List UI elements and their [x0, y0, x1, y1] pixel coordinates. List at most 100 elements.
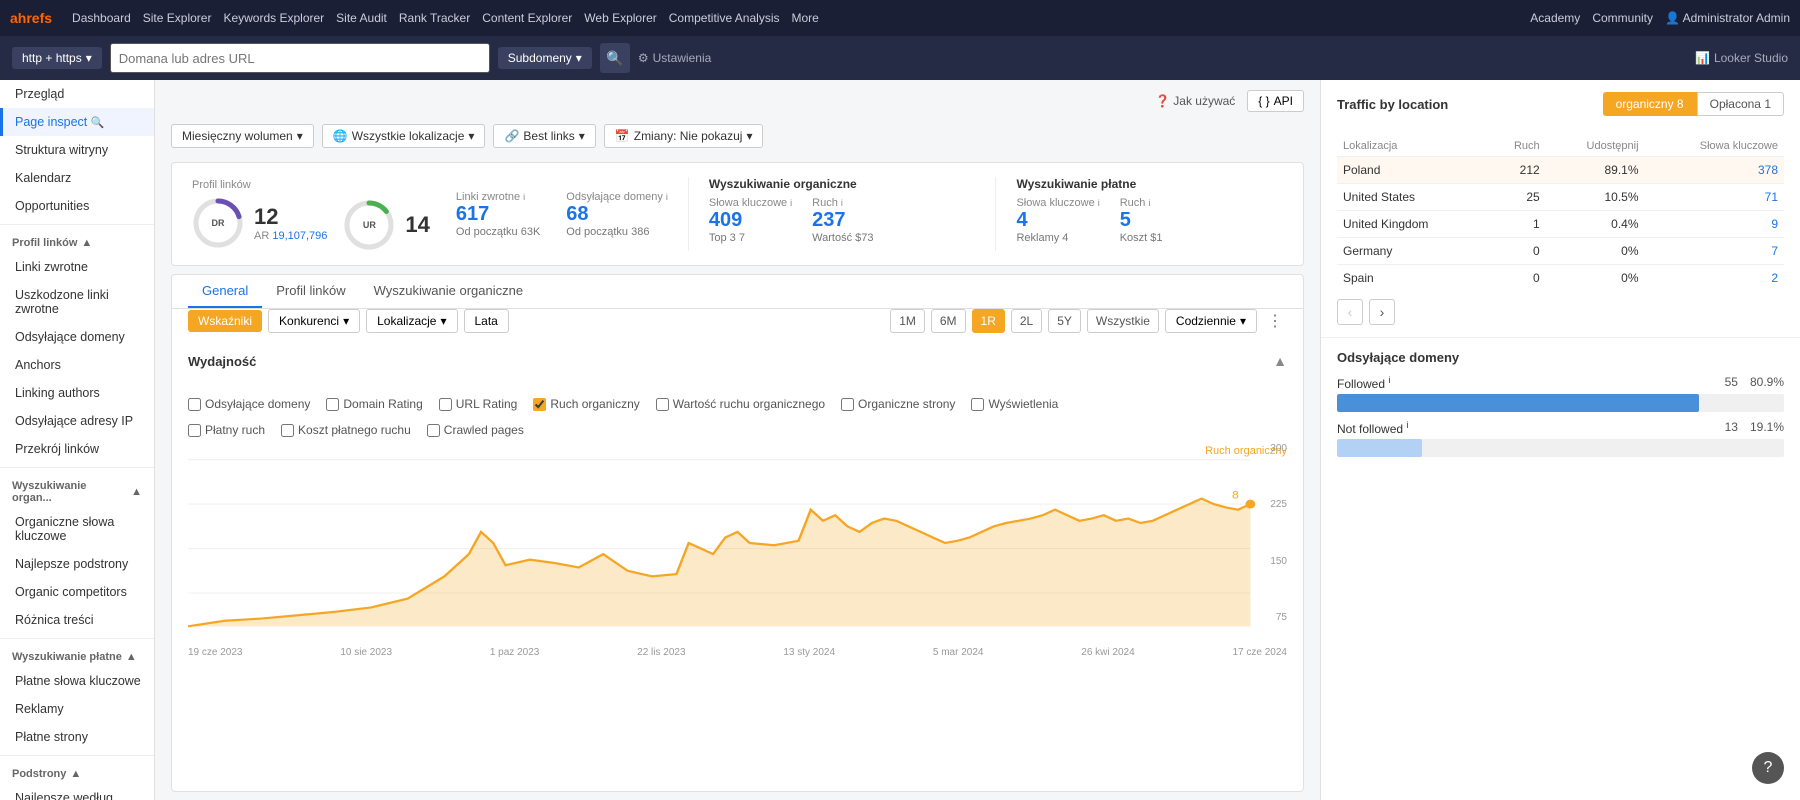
sidebar-item-anchors[interactable]: Anchors [0, 351, 154, 379]
cell-kw[interactable]: 9 [1645, 211, 1784, 238]
nav-more[interactable]: More [791, 11, 818, 25]
lokalizacje-filter-button[interactable]: 🌐 Wszystkie lokalizacje ▾ [322, 124, 486, 148]
koszt-platnego-checkbox[interactable] [281, 424, 294, 437]
checkbox-koszt-platnego[interactable]: Koszt płatnego ruchu [281, 423, 411, 437]
more-options-button[interactable]: ⋮ [1263, 311, 1287, 331]
sidebar-item-odsylajace-adresy[interactable]: Odsyłające adresy IP [0, 407, 154, 435]
checkbox-wyswietlenia[interactable]: Wyświetlenia [971, 397, 1058, 411]
sidebar-item-uszkodzone[interactable]: Uszkodzone linki zwrotne [0, 281, 154, 323]
settings-button[interactable]: ⚙ Ustawienia [638, 51, 711, 65]
codziennie-button[interactable]: Codziennie ▾ [1165, 309, 1257, 333]
monthly-filter-button[interactable]: Miesięczny wolumen ▾ [171, 124, 314, 148]
sidebar-item-organic-kw[interactable]: Organiczne słowa kluczowe [0, 508, 154, 550]
domain-rating-checkbox[interactable] [326, 398, 339, 411]
tab-profil-linkow[interactable]: Profil linków [262, 275, 359, 308]
sidebar-item-linki-zwrotne[interactable]: Linki zwrotne [0, 253, 154, 281]
nav-site-explorer[interactable]: Site Explorer [143, 11, 212, 25]
nav-user: 👤 Administrator Admin [1665, 11, 1790, 25]
checkbox-odsylajace[interactable]: Odsyłające domeny [188, 397, 310, 411]
tab-oplacona[interactable]: Opłacona 1 [1697, 92, 1784, 116]
nav-competitive-analysis[interactable]: Competitive Analysis [669, 11, 780, 25]
sidebar-item-struktura[interactable]: Struktura witryny [0, 136, 154, 164]
nav-academy[interactable]: Academy [1530, 11, 1580, 25]
checkbox-ruch-organiczny[interactable]: Ruch organiczny [533, 397, 639, 411]
wskazniki-button[interactable]: Wskaźniki [188, 310, 262, 332]
search-button[interactable]: 🔍 [600, 43, 630, 73]
crawled-checkbox[interactable] [427, 424, 440, 437]
cell-kw[interactable]: 71 [1645, 184, 1784, 211]
period-5y[interactable]: 5Y [1048, 309, 1081, 333]
y-axis-75: 75 [1257, 612, 1287, 623]
prev-arrow-button[interactable]: ‹ [1337, 299, 1363, 325]
konkurenci-button[interactable]: Konkurenci ▾ [268, 309, 360, 333]
sidebar-item-linking-authors[interactable]: Linking authors [0, 379, 154, 407]
wyswietlenia-checkbox[interactable] [971, 398, 984, 411]
url-search-input[interactable] [110, 43, 490, 73]
x-axis-label: 17 cze 2024 [1232, 647, 1287, 658]
sidebar-item-organic-competitors[interactable]: Organic competitors [0, 578, 154, 606]
api-button[interactable]: { } API [1247, 90, 1304, 112]
cell-kw[interactable]: 378 [1645, 157, 1784, 184]
followed-stats: 55 80.9% [1725, 375, 1784, 391]
checkbox-crawled[interactable]: Crawled pages [427, 423, 524, 437]
best-links-filter-button[interactable]: 🔗 Best links ▾ [493, 124, 595, 148]
wartosc-checkbox[interactable] [656, 398, 669, 411]
period-6m[interactable]: 6M [931, 309, 966, 333]
domeny-value: 68 [566, 203, 668, 226]
table-row: United States 25 10.5% 71 [1337, 184, 1784, 211]
sidebar-item-platne-kw[interactable]: Płatne słowa kluczowe [0, 667, 154, 695]
odsylajace-checkbox[interactable] [188, 398, 201, 411]
protocol-button[interactable]: http + https ▾ [12, 47, 102, 69]
lokalizacje-time-button[interactable]: Lokalizacje ▾ [366, 309, 457, 333]
platny-ruch-checkbox[interactable] [188, 424, 201, 437]
period-1m[interactable]: 1M [890, 309, 925, 333]
sidebar-item-opportunities[interactable]: Opportunities [0, 192, 154, 220]
subdomain-button[interactable]: Subdomeny ▾ [498, 47, 592, 69]
nav-web-explorer[interactable]: Web Explorer [584, 11, 656, 25]
tab-organiczny[interactable]: organiczny 8 [1603, 92, 1697, 116]
nav-site-audit[interactable]: Site Audit [336, 11, 387, 25]
url-rating-checkbox[interactable] [439, 398, 452, 411]
cell-kw[interactable]: 2 [1645, 265, 1784, 292]
sidebar-item-odsylajace-domeny[interactable]: Odsyłające domeny [0, 323, 154, 351]
sidebar-item-reklamy[interactable]: Reklamy [0, 695, 154, 723]
cell-kw[interactable]: 7 [1645, 238, 1784, 265]
nav-rank-tracker[interactable]: Rank Tracker [399, 11, 470, 25]
period-wszystkie[interactable]: Wszystkie [1087, 309, 1159, 333]
followed-label: Followed i [1337, 375, 1390, 391]
period-1r[interactable]: 1R [972, 309, 1005, 333]
checkbox-organiczne-strony[interactable]: Organiczne strony [841, 397, 955, 411]
next-arrow-button[interactable]: › [1369, 299, 1395, 325]
checkbox-url-rating[interactable]: URL Rating [439, 397, 518, 411]
checkbox-wartosc[interactable]: Wartość ruchu organicznego [656, 397, 825, 411]
sidebar-item-przekroj[interactable]: Przekrój linków [0, 435, 154, 463]
nav-keywords-explorer[interactable]: Keywords Explorer [223, 11, 324, 25]
organiczne-strony-checkbox[interactable] [841, 398, 854, 411]
tab-wyszukiwanie-organiczne[interactable]: Wyszukiwanie organiczne [360, 275, 537, 308]
jak-uzywac-link[interactable]: ❓ Jak używać [1155, 94, 1235, 108]
collapse-button[interactable]: ▲ [1273, 353, 1287, 369]
checkbox-domain-rating[interactable]: Domain Rating [326, 397, 422, 411]
lata-button[interactable]: Lata [464, 309, 509, 333]
looker-studio-button[interactable]: 📊 Looker Studio [1695, 51, 1788, 65]
cell-udostepnij: 10.5% [1546, 184, 1645, 211]
checkbox-platny-ruch[interactable]: Płatny ruch [188, 423, 265, 437]
sidebar-item-kalendarz[interactable]: Kalendarz [0, 164, 154, 192]
sidebar-item-platne-strony[interactable]: Płatne strony [0, 723, 154, 751]
nav-dashboard[interactable]: Dashboard [72, 11, 131, 25]
period-2l[interactable]: 2L [1011, 309, 1042, 333]
tab-general[interactable]: General [188, 275, 262, 308]
ruch-organiczny-checkbox[interactable] [533, 398, 546, 411]
nav-content-explorer[interactable]: Content Explorer [482, 11, 572, 25]
sidebar-item-przeglad[interactable]: Przegląd [0, 80, 154, 108]
sidebar-item-page-inspect[interactable]: Page inspect 🔍 [0, 108, 154, 136]
sidebar-item-najlepsze-podstrony[interactable]: Najlepsze podstrony [0, 550, 154, 578]
dr-value: 12 [254, 204, 327, 230]
sidebar-item-roznica[interactable]: Różnica treści [0, 606, 154, 634]
sidebar-item-najlepsze-linki[interactable]: Najlepsze według linków [0, 784, 154, 800]
nav-community[interactable]: Community [1592, 11, 1653, 25]
help-button[interactable]: ? [1752, 752, 1784, 784]
wydajnosc-header: Wydajność ▲ [188, 353, 1287, 369]
zmiany-filter-button[interactable]: 📅 Zmiany: Nie pokazuj ▾ [604, 124, 764, 148]
ruch-value: 237 [812, 209, 873, 232]
